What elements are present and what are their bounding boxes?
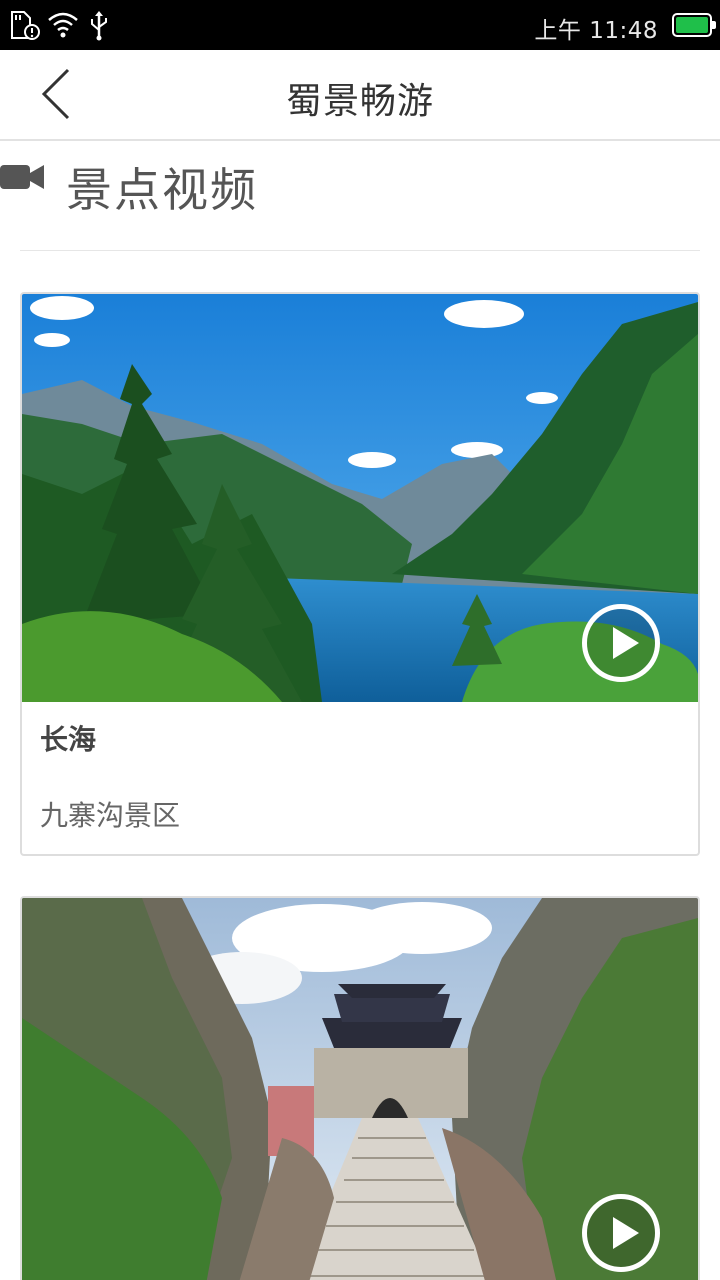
battery-level — [676, 17, 708, 33]
divider — [20, 250, 700, 251]
status-time: 上午 11:48 — [534, 18, 658, 44]
video-thumbnail — [22, 898, 698, 1280]
status-bar: 上午 11:48 — [0, 0, 720, 50]
play-circle-icon — [613, 1217, 639, 1249]
play-button[interactable] — [582, 1194, 660, 1272]
page-title: 蜀景畅游 — [285, 81, 434, 122]
play-circle-icon — [613, 627, 639, 659]
play-button[interactable] — [582, 604, 660, 682]
wifi-icon — [46, 10, 80, 44]
video-thumbnail — [22, 294, 698, 702]
battery-icon — [672, 13, 716, 37]
section-header: 景点视频 — [0, 142, 720, 252]
video-camera-icon — [0, 162, 46, 196]
usb-icon — [88, 10, 110, 46]
app-header: 蜀景畅游 — [0, 50, 720, 141]
video-card[interactable] — [20, 896, 700, 1280]
video-title: 长海 — [40, 723, 97, 756]
video-card[interactable]: 长海 九寨沟景区 — [20, 292, 700, 856]
sd-card-alert-icon — [8, 10, 40, 46]
section-title: 景点视频 — [66, 163, 258, 217]
video-location: 九寨沟景区 — [40, 799, 181, 832]
